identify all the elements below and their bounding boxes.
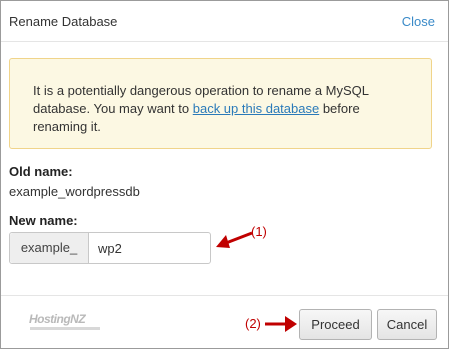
old-name-label: Old name: [9, 164, 73, 179]
close-link[interactable]: Close [402, 14, 435, 29]
step-2-annotation: (2) [245, 316, 261, 331]
new-name-input[interactable] [89, 233, 207, 263]
back-up-database-link[interactable]: back up this database [193, 101, 319, 116]
proceed-button[interactable]: Proceed [299, 309, 372, 340]
arrow-right-icon [265, 316, 297, 332]
new-name-label: New name: [9, 213, 78, 228]
new-name-input-group: example_ [9, 232, 211, 264]
old-name-value: example_wordpressdb [9, 184, 140, 199]
warning-alert: It is a potentially dangerous operation … [9, 58, 432, 149]
hostingnz-logo: HostingNZ [29, 312, 86, 326]
rename-database-dialog: Rename Database Close It is a potentiall… [0, 0, 449, 349]
arrow-left-icon [216, 231, 253, 248]
warning-message: It is a potentially dangerous operation … [33, 82, 413, 136]
dialog-title: Rename Database [9, 14, 118, 29]
dialog-header: Rename Database Close [1, 1, 448, 42]
step-1-annotation: (1) [251, 224, 267, 239]
logo-tagline-graphic [30, 327, 100, 330]
database-prefix-addon: example_ [10, 233, 89, 263]
dialog-footer: HostingNZ (2) Proceed Cancel [1, 295, 448, 349]
cancel-button[interactable]: Cancel [377, 309, 437, 340]
